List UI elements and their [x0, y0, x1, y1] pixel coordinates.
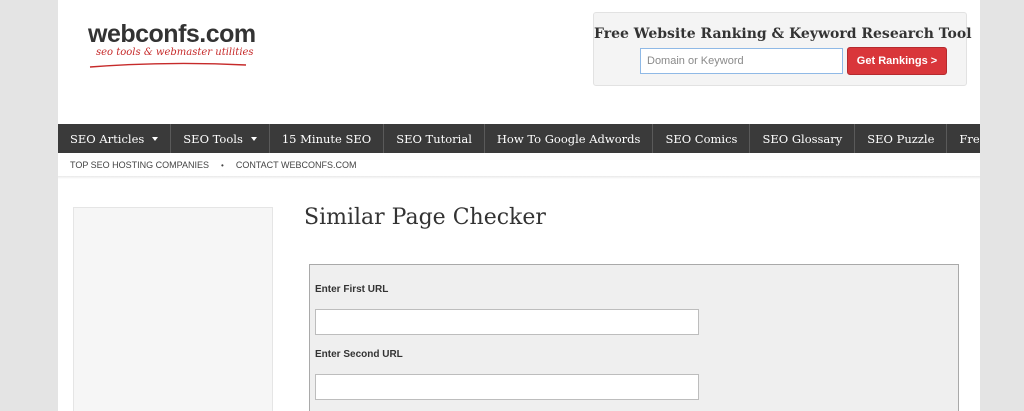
ranking-tool-box: Free Website Ranking & Keyword Research … — [593, 12, 972, 86]
second-url-label: Enter Second URL — [315, 349, 403, 360]
caret-down-icon — [250, 136, 257, 141]
nav-item-label: SEO Puzzle — [867, 131, 935, 146]
logo-name: webconfs.com — [88, 20, 256, 48]
get-rankings-button[interactable]: Get Rankings > — [847, 47, 947, 75]
sidebar-box — [73, 207, 273, 411]
nav-item-seo-tools[interactable]: SEO Tools — [171, 124, 270, 153]
nav-item-label: Free Web Tools — [959, 131, 980, 146]
top-seo-hosting-link[interactable]: TOP SEO HOSTING COMPANIES — [70, 160, 209, 170]
first-url-input[interactable] — [315, 309, 699, 335]
site-logo[interactable]: webconfs.com seo tools & webmaster utili… — [88, 20, 268, 70]
nav-item-seo-puzzle[interactable]: SEO Puzzle — [855, 124, 948, 153]
nav-item-seo-glossary[interactable]: SEO Glossary — [750, 124, 856, 153]
nav-item-seo-comics[interactable]: SEO Comics — [653, 124, 751, 153]
caret-down-icon — [152, 136, 159, 141]
bullet-icon: • — [221, 160, 224, 170]
nav-item-label: SEO Comics — [665, 131, 738, 146]
url-form: Enter First URL Enter Second URL — [309, 264, 959, 411]
second-url-input[interactable] — [315, 374, 699, 400]
nav-item-label: SEO Articles — [70, 131, 145, 146]
nav-item-15-minute-seo[interactable]: 15 Minute SEO — [270, 124, 385, 153]
nav-item-seo-tutorial[interactable]: SEO Tutorial — [384, 124, 485, 153]
page-title: Similar Page Checker — [304, 205, 546, 230]
sub-nav: TOP SEO HOSTING COMPANIES • CONTACT WEBC… — [70, 158, 357, 172]
nav-item-label: SEO Tutorial — [396, 131, 472, 146]
page-container: webconfs.com seo tools & webmaster utili… — [58, 0, 980, 411]
first-url-label: Enter First URL — [315, 284, 389, 295]
ranking-tool-title: Free Website Ranking & Keyword Research … — [594, 26, 972, 42]
nav-item-label: How To Google Adwords — [496, 131, 641, 146]
nav-item-free-web-tools[interactable]: Free Web Tools — [947, 124, 980, 153]
header-divider — [58, 176, 980, 179]
domain-keyword-input[interactable] — [640, 48, 843, 74]
nav-item-label: 15 Minute SEO — [281, 131, 372, 146]
contact-link[interactable]: CONTACT WEBCONFS.COM — [236, 160, 357, 170]
logo-swoosh-icon — [89, 62, 247, 68]
main-nav: SEO Articles SEO Tools 15 Minute SEO SEO Tu… — [58, 124, 980, 153]
nav-item-label: SEO Tools — [183, 131, 243, 146]
nav-item-seo-articles[interactable]: SEO Articles — [58, 124, 172, 153]
logo-tagline: seo tools & webmaster utilities — [96, 47, 254, 58]
nav-item-how-to-google-adwords[interactable]: How To Google Adwords — [485, 124, 654, 153]
nav-item-label: SEO Glossary — [762, 131, 843, 146]
